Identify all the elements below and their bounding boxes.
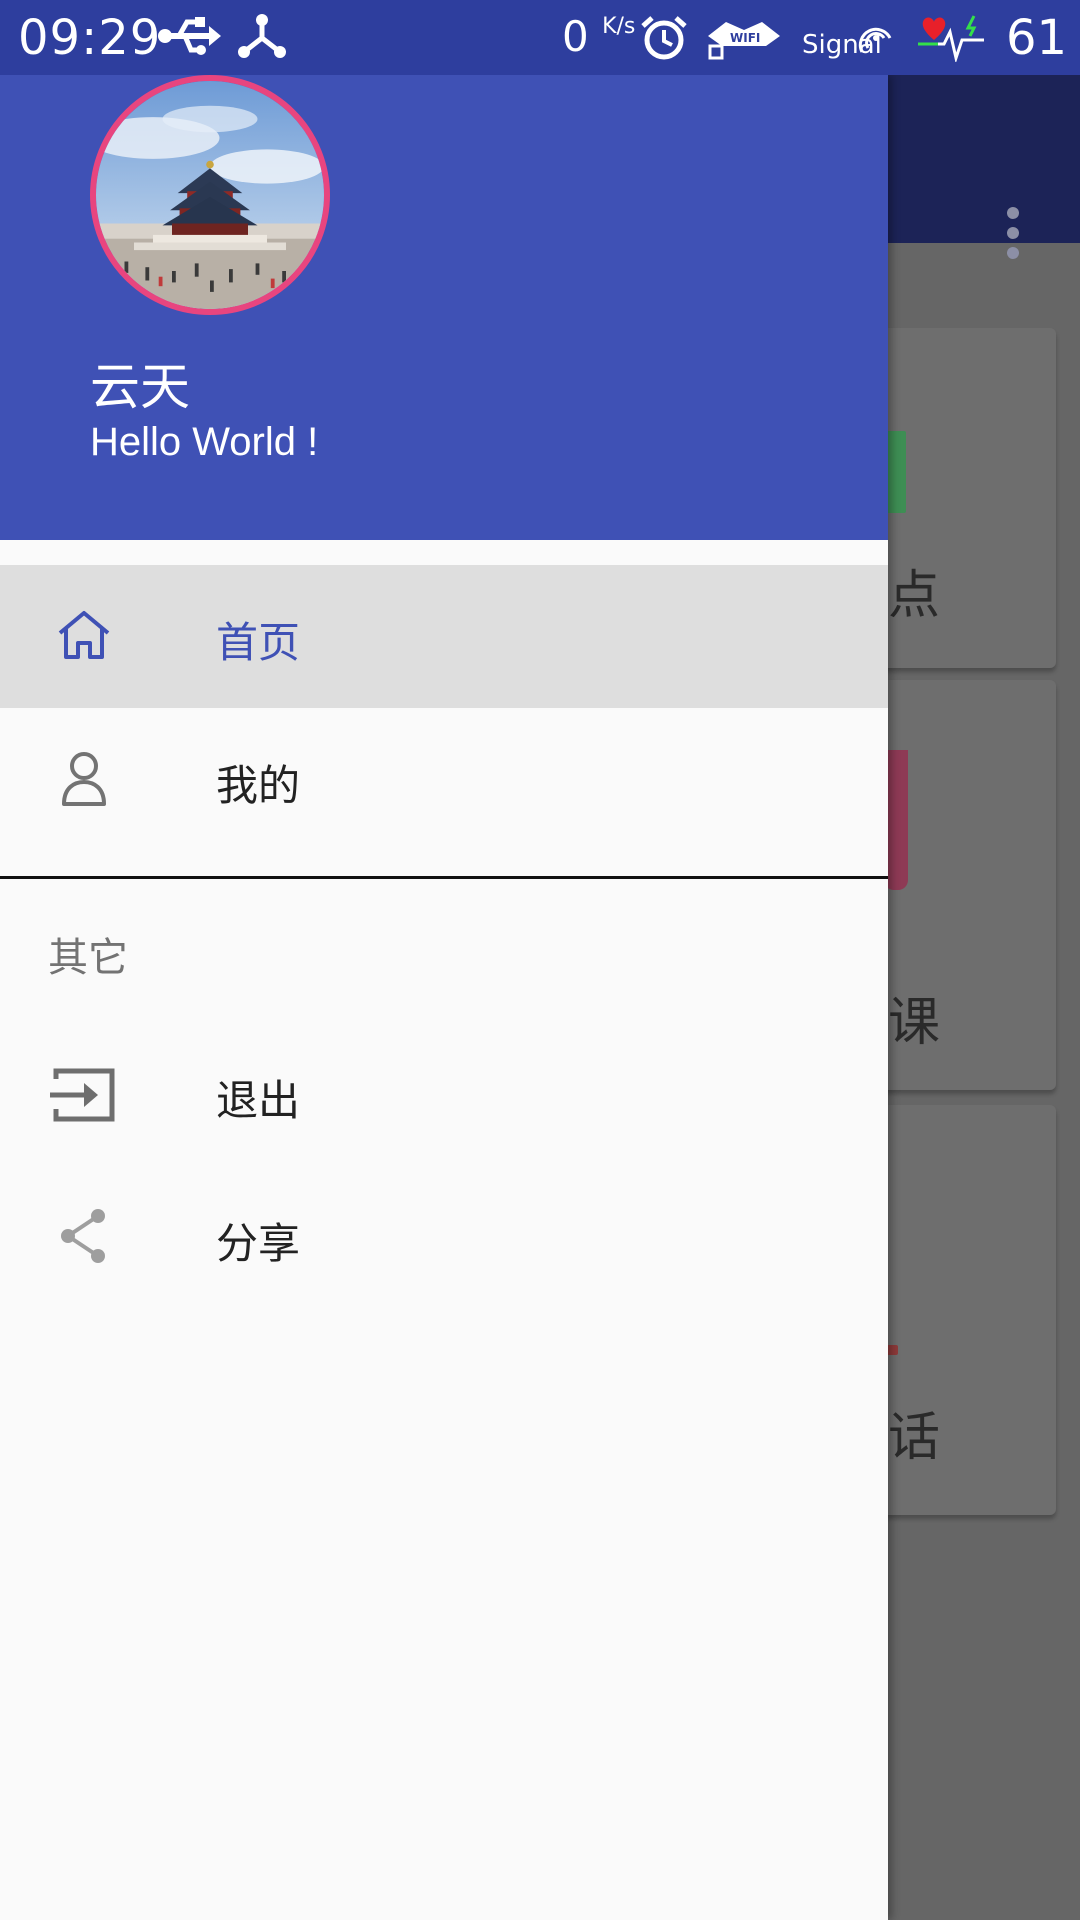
menu-item-label: 首页 (216, 618, 301, 667)
status-time: 09:29 (18, 10, 162, 66)
exit-icon (50, 1068, 115, 1122)
temple-of-heaven-photo (96, 81, 324, 309)
user-name: 云天 (90, 358, 190, 416)
menu-item-label: 分享 (216, 1219, 301, 1268)
status-bar: 09:29 0 K/s WIFI Signal 61 (0, 0, 1080, 75)
menu-item-exit[interactable]: 退出 (0, 1023, 888, 1166)
battery-level: 61 (1006, 10, 1068, 66)
svg-text:WIFI: WIFI (730, 31, 760, 45)
share-icon (61, 1209, 105, 1263)
share-network-icon (238, 14, 286, 58)
user-subtitle: Hello World ! (90, 420, 319, 464)
menu-item-mine[interactable]: 我的 (0, 708, 888, 851)
avatar[interactable] (90, 75, 330, 315)
menu-divider (0, 876, 888, 879)
heart-rate-icon (918, 15, 984, 62)
alarm-icon (641, 16, 687, 60)
card-text: 点 (888, 566, 941, 626)
drawer-header: 云天 Hello World ! (0, 75, 888, 540)
signal-icon (858, 27, 892, 53)
background-card[interactable]: 课 (870, 680, 1056, 1090)
background-card[interactable]: 点 (870, 328, 1056, 668)
home-icon (58, 611, 110, 659)
navigation-drawer: 云天 Hello World ! 首页 我的 其它 退出 分享 (0, 75, 888, 1920)
person-icon (62, 752, 106, 806)
menu-item-label: 退出 (216, 1076, 301, 1125)
usb-icon (158, 17, 221, 55)
section-title-other: 其它 (48, 935, 128, 981)
menu-item-share[interactable]: 分享 (0, 1166, 888, 1309)
menu-item-label: 我的 (216, 761, 301, 810)
net-speed-unit: K/s (602, 14, 636, 39)
background-card[interactable]: 话 (870, 1105, 1056, 1515)
card-text: 话 (888, 1408, 941, 1468)
card-text: 课 (888, 993, 941, 1053)
net-speed: 0 K/s (562, 12, 636, 61)
menu-item-home[interactable]: 首页 (0, 565, 888, 708)
overflow-menu-icon[interactable] (1003, 207, 1023, 263)
wifi-icon: WIFI (708, 22, 780, 60)
